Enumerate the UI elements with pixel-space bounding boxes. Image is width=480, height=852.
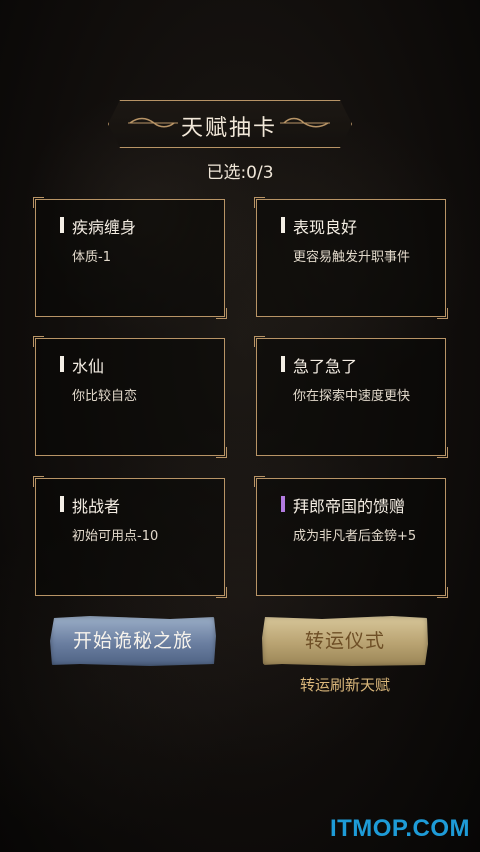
- card-description: 更容易触发升职事件: [293, 250, 411, 265]
- selected-count: 已选:0/3: [206, 163, 274, 183]
- card-title: 挑战者: [72, 497, 121, 516]
- card-title: 水仙: [72, 357, 105, 376]
- card-accent-bar: [281, 496, 285, 512]
- card-description: 你比较自恋: [72, 389, 138, 404]
- card-accent-bar: [60, 217, 64, 233]
- talent-card[interactable]: 挑战者 初始可用点-10: [33, 476, 227, 598]
- card-title: 表现良好: [293, 218, 358, 237]
- reroll-button[interactable]: 转运仪式: [262, 616, 428, 666]
- card-accent-bar: [281, 217, 285, 233]
- card-description: 初始可用点-10: [72, 529, 159, 544]
- talent-card[interactable]: 表现良好 更容易触发升职事件: [254, 197, 448, 319]
- card-description: 你在探索中速度更快: [293, 389, 411, 404]
- card-title: 疾病缠身: [72, 218, 137, 237]
- card-accent-bar: [281, 356, 285, 372]
- reroll-hint: 转运刷新天赋: [299, 676, 390, 694]
- card-accent-bar: [60, 496, 64, 512]
- talent-card[interactable]: 急了急了 你在探索中速度更快: [254, 336, 448, 458]
- card-description: 成为非凡者后金镑+5: [293, 529, 417, 544]
- start-journey-button[interactable]: 开始诡秘之旅: [50, 616, 216, 666]
- card-title: 拜郎帝国的馈赠: [293, 497, 406, 516]
- card-title: 急了急了: [293, 357, 358, 376]
- talent-card[interactable]: 水仙 你比较自恋: [33, 336, 227, 458]
- talent-card[interactable]: 疾病缠身 体质-1: [33, 197, 227, 319]
- watermark: ITMOP.COM: [329, 815, 470, 842]
- talent-card[interactable]: 拜郎帝国的馈赠 成为非凡者后金镑+5: [254, 476, 448, 598]
- page-title: 天赋抽卡: [180, 116, 277, 141]
- title-frame: 天赋抽卡: [108, 100, 350, 146]
- card-accent-bar: [60, 356, 64, 372]
- card-description: 体质-1: [72, 250, 111, 265]
